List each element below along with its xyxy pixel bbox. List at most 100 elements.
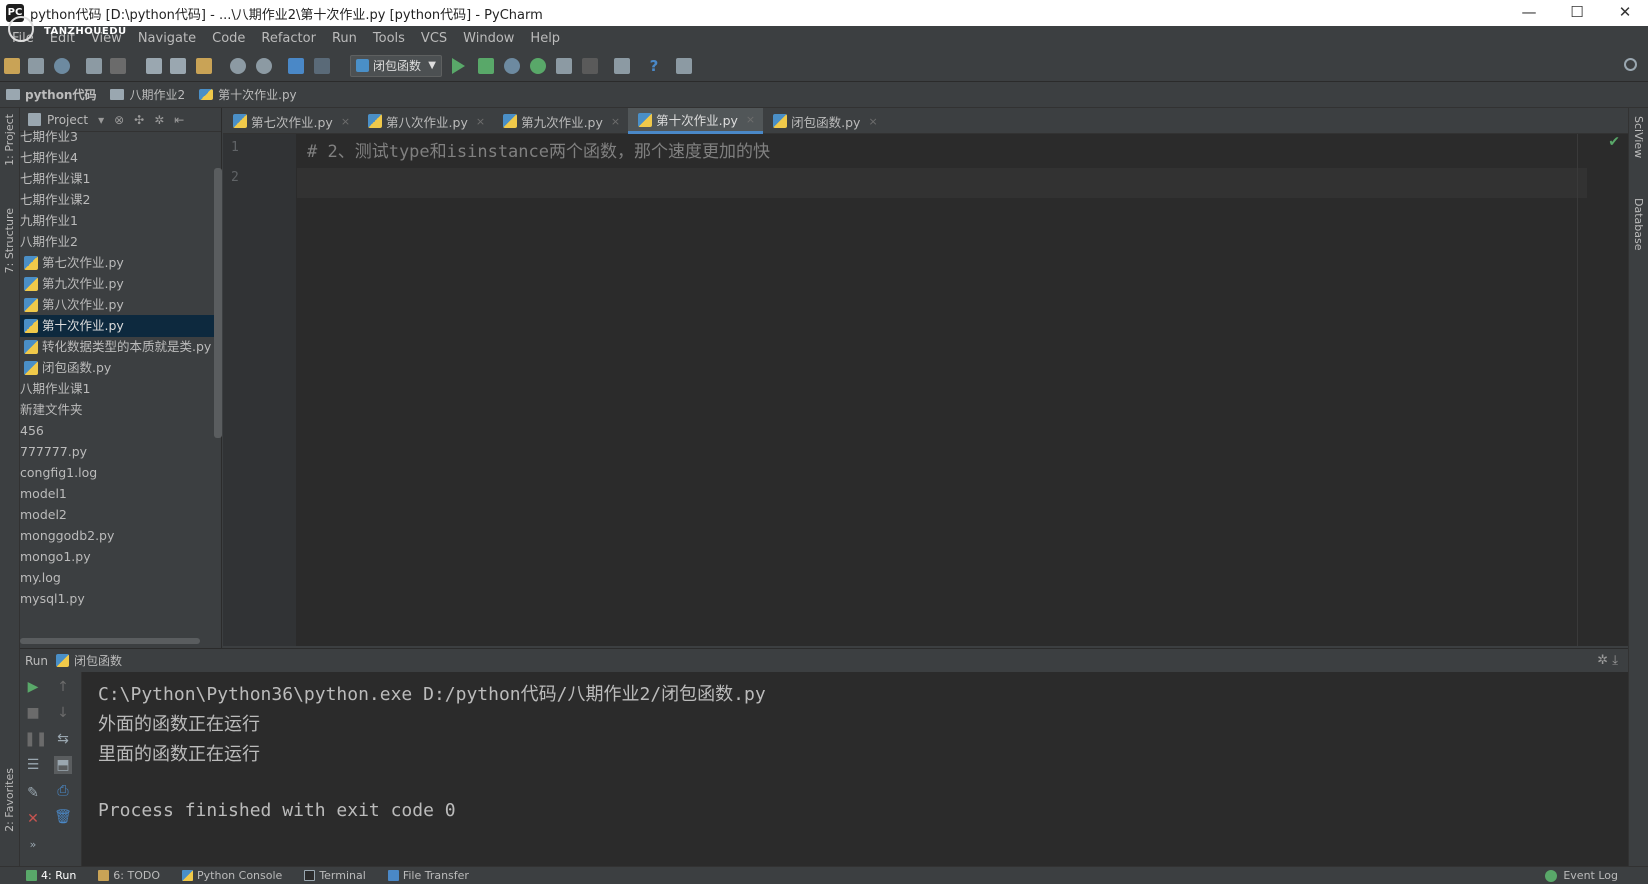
sciview-tool-tab[interactable]: SciView [1632,116,1645,158]
rerun-icon[interactable]: ▶ [24,678,42,696]
inspection-ok-icon[interactable]: ✔ [1608,134,1620,150]
chevron-down-icon[interactable]: ▾ [98,113,104,127]
tree-item[interactable]: monggodb2.py [20,525,220,547]
save-icon[interactable] [28,58,44,74]
close-tab-icon[interactable]: × [476,115,485,128]
tree-item[interactable]: my.log [20,567,220,589]
editor-tab[interactable]: 第七次作业.py × [223,108,358,134]
replace-icon[interactable] [256,58,272,74]
copy-icon[interactable] [170,58,186,74]
paste-icon[interactable] [196,58,212,74]
scroll-from-source-icon[interactable]: ✣ [134,113,144,127]
tab-run[interactable]: 4: Run [26,869,76,882]
print-icon[interactable]: ⎙ [54,782,72,800]
forward-icon[interactable] [314,58,330,74]
project-horizontal-scrollbar[interactable] [20,638,200,644]
tab-todo[interactable]: 6: TODO [98,869,160,882]
code-editor[interactable]: 1 2 # 2、测试type和isinstance两个函数，那个速度更加的快 ✔ [223,134,1628,646]
tree-item[interactable]: 456 [20,420,220,442]
menu-navigate[interactable]: Navigate [130,31,204,46]
minimize-button[interactable]: — [1506,0,1552,26]
editor-tab[interactable]: 第九次作业.py × [493,108,628,134]
tree-item[interactable]: 新建文件夹 [20,399,220,421]
close-button[interactable]: ✕ [1602,0,1648,26]
code-line[interactable]: # 2、测试type和isinstance两个函数，那个速度更加的快 [307,137,770,162]
tree-item[interactable]: 七期作业课1 [20,168,220,190]
settings-wrench-icon[interactable] [614,58,630,74]
open-folder-icon[interactable] [4,58,20,74]
tree-item[interactable]: congfig1.log [20,462,220,484]
debug-icon[interactable] [478,58,494,74]
back-icon[interactable] [288,58,304,74]
redo-icon[interactable] [110,58,126,74]
tree-item[interactable]: 转化数据类型的本质就是类.py [20,336,220,358]
help-icon[interactable]: ? [646,58,662,74]
run-config-tab[interactable]: 闭包函数 [74,652,122,669]
tree-item[interactable]: mysql1.py [20,588,220,610]
coverage-icon[interactable] [504,58,520,74]
collapse-all-icon[interactable]: ⊗ [114,113,124,127]
concurrency-icon[interactable] [556,58,572,74]
tree-item[interactable]: 九期作业1 [20,210,220,232]
editor-tab[interactable]: 第八次作业.py × [358,108,493,134]
tree-item[interactable]: 七期作业4 [20,147,220,169]
tree-item[interactable]: 第七次作业.py [20,252,220,274]
editor-tab[interactable]: 闭包函数.py × [763,108,886,134]
close-tab-icon[interactable]: × [868,115,877,128]
editor-tab[interactable]: 第十次作业.py × [628,108,764,134]
close-tab-icon[interactable]: × [746,113,755,126]
menu-code[interactable]: Code [204,31,253,46]
sync-icon[interactable] [54,58,70,74]
structure-tool-tab[interactable]: 7: Structure [3,208,16,273]
tree-item[interactable]: 第八次作业.py [20,294,220,316]
dump-threads-icon[interactable]: ☰ [24,756,42,774]
tree-item[interactable]: 闭包函数.py [20,357,220,379]
menu-run[interactable]: Run [324,31,365,46]
run-configuration-select[interactable]: 闭包函数 ▼ [350,55,442,77]
stop-icon[interactable]: ■ [24,704,42,722]
maximize-button[interactable]: ☐ [1554,0,1600,26]
project-tool-tab[interactable]: 1: Project [3,114,16,166]
trash-icon[interactable]: 🗑 [54,808,72,826]
close-tab-icon[interactable]: × [611,115,620,128]
tab-python-console[interactable]: Python Console [182,869,282,882]
tree-item[interactable]: 八期作业课1 [20,378,220,400]
breadcrumb-item-file[interactable]: 第十次作业.py [199,86,297,103]
menu-window[interactable]: Window [455,31,522,46]
gear-icon[interactable]: ✲ [154,113,164,127]
scroll-to-end-icon[interactable]: ⬒ [54,756,72,774]
cut-icon[interactable] [146,58,162,74]
menu-refactor[interactable]: Refactor [253,31,324,46]
event-log-button[interactable]: Event Log [1545,869,1618,882]
tree-item[interactable]: 777777.py [20,441,220,463]
close-tab-icon[interactable]: × [341,115,350,128]
undo-icon[interactable] [86,58,102,74]
project-view-select[interactable]: Project [47,113,88,127]
tree-item[interactable]: 七期作业3 [20,126,220,148]
pause-icon[interactable]: ❚❚ [24,730,47,748]
run-icon[interactable] [452,58,465,74]
soft-wrap-icon[interactable]: ⇆ [54,730,72,748]
tab-file-transfer[interactable]: File Transfer [387,869,469,882]
project-scrollbar[interactable] [214,168,222,438]
pin-icon[interactable]: ✎ [24,784,42,802]
database-tool-tab[interactable]: Database [1632,198,1645,251]
menu-help[interactable]: Help [522,31,568,46]
tree-item[interactable]: 第九次作业.py [20,273,220,295]
menu-vcs[interactable]: VCS [413,31,455,46]
down-arrow-icon[interactable]: ↓ [54,704,72,722]
tab-terminal[interactable]: Terminal [304,869,366,882]
favorites-tool-tab[interactable]: 2: Favorites [3,768,16,832]
tree-item[interactable]: 第十次作业.py [20,315,220,337]
gear-icon[interactable]: ✲ ⤓ [1597,653,1618,668]
profile-icon[interactable] [530,58,546,74]
breadcrumb-item-project[interactable]: python代码 [6,86,96,103]
up-arrow-icon[interactable]: ↑ [54,678,72,696]
tree-item[interactable]: model1 [20,483,220,505]
find-icon[interactable] [230,58,246,74]
stop-icon[interactable] [582,58,598,74]
tree-item[interactable]: 八期作业2 [20,231,220,253]
tree-item[interactable]: model2 [20,504,220,526]
project-structure-icon[interactable] [676,58,692,74]
tree-item[interactable]: 七期作业课2 [20,189,220,211]
